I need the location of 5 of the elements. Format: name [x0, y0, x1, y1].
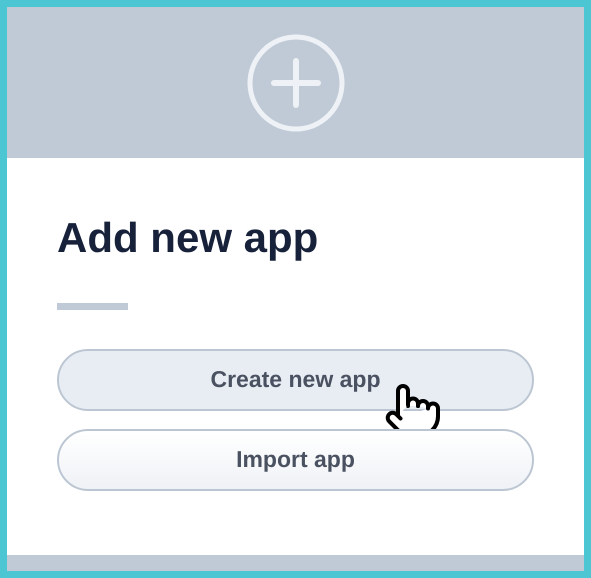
- add-icon: [246, 32, 346, 132]
- action-button[interactable]: Import app: [57, 428, 534, 490]
- title-underline: [57, 302, 128, 310]
- card-title: Add new app: [57, 213, 318, 263]
- action-button[interactable]: Create new app: [57, 348, 534, 410]
